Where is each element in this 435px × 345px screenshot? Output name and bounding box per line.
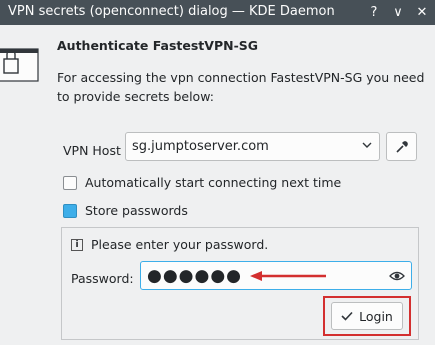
store-passwords-checkbox[interactable] (63, 203, 77, 218)
lock-icon (0, 48, 39, 82)
chevron-down-icon (362, 142, 372, 148)
store-passwords-label: Store passwords (85, 203, 188, 218)
auto-connect-checkbox[interactable] (63, 175, 77, 190)
login-highlight-box: Login (323, 296, 411, 336)
auto-connect-option[interactable]: Automatically start connecting next time (63, 175, 341, 190)
pipette-icon (395, 140, 408, 153)
vpn-host-label: VPN Host (63, 143, 121, 158)
login-button-label: Login (359, 308, 393, 324)
password-panel: i Please enter your password. Password: … (61, 227, 419, 340)
login-button[interactable]: Login (331, 302, 403, 330)
password-info: i Please enter your password. (71, 237, 268, 252)
show-password-icon[interactable] (389, 269, 405, 283)
checkmark-icon (341, 311, 353, 321)
password-info-text: Please enter your password. (91, 237, 269, 252)
annotation-arrow (250, 271, 326, 281)
host-picker-button[interactable] (386, 132, 417, 161)
info-icon: i (71, 238, 83, 251)
dialog-body: Authenticate FastestVPN-SG For accessing… (0, 25, 435, 345)
help-icon[interactable]: ? (362, 0, 386, 25)
close-icon[interactable]: ✕ (410, 0, 434, 25)
store-passwords-option[interactable]: Store passwords (63, 203, 188, 218)
password-field[interactable]: ●●●●●● (140, 261, 412, 290)
dialog-description: For accessing the vpn connection Fastest… (57, 70, 425, 104)
window-titlebar: VPN secrets (openconnect) dialog — KDE D… (0, 0, 435, 25)
password-label: Password: (71, 271, 134, 286)
auto-connect-label: Automatically start connecting next time (85, 175, 342, 190)
password-mask: ●●●●●● (147, 266, 243, 286)
minimize-icon[interactable]: ∨ (386, 0, 410, 25)
vpn-host-select[interactable]: sg.jumptoserver.com (125, 132, 380, 161)
vpn-host-value: sg.jumptoserver.com (132, 139, 269, 154)
window-title: VPN secrets (openconnect) dialog — KDE D… (8, 4, 335, 19)
dialog-heading: Authenticate FastestVPN-SG (57, 38, 259, 53)
